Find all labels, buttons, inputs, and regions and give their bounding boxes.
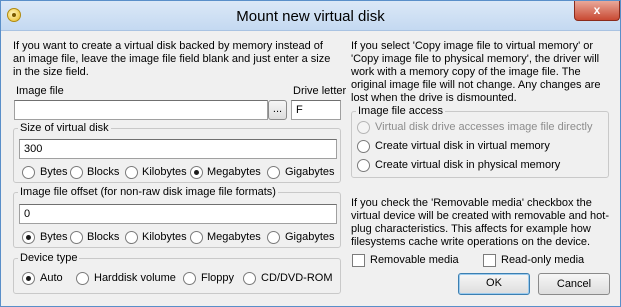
- size-input[interactable]: 300: [19, 139, 337, 159]
- offset-unit-kilobytes-label: Kilobytes: [142, 231, 187, 243]
- device-floppy-label: Floppy: [201, 272, 235, 284]
- offset-group-legend: Image file offset (for non-raw disk imag…: [20, 186, 276, 198]
- size-unit-kilobytes-label: Kilobytes: [142, 166, 187, 178]
- copy-info-text: If you select 'Copy image file to virtua…: [351, 40, 601, 104]
- access-physical-memory-label: Create virtual disk in physical memory: [375, 159, 561, 171]
- device-cdrom-radio[interactable]: [243, 272, 256, 285]
- size-unit-gigabytes-label: Gigabytes: [285, 166, 335, 178]
- size-unit-megabytes-label: Megabytes: [207, 166, 261, 178]
- size-unit-kilobytes-radio[interactable]: [125, 166, 138, 179]
- drive-letter-label: Drive letter: [293, 85, 347, 97]
- removable-media-checkbox[interactable]: [352, 254, 365, 267]
- close-button[interactable]: x: [574, 1, 620, 21]
- access-direct-radio[interactable]: [357, 121, 370, 134]
- size-unit-gigabytes-radio[interactable]: [267, 166, 280, 179]
- device-auto-label: Auto: [40, 272, 63, 284]
- window-title: Mount new virtual disk: [236, 8, 385, 25]
- offset-unit-gigabytes-label: Gigabytes: [285, 231, 335, 243]
- size-unit-blocks-label: Blocks: [87, 166, 120, 178]
- size-unit-megabytes-radio[interactable]: [190, 166, 203, 179]
- access-physical-memory-radio[interactable]: [357, 159, 370, 172]
- offset-unit-kilobytes-radio[interactable]: [125, 231, 138, 244]
- readonly-media-checkbox[interactable]: [483, 254, 496, 267]
- device-type-group-legend: Device type: [20, 252, 78, 264]
- readonly-media-label: Read-only media: [501, 254, 585, 266]
- size-unit-bytes-radio[interactable]: [22, 166, 35, 179]
- size-group-legend: Size of virtual disk: [20, 122, 109, 134]
- device-auto-radio[interactable]: [22, 272, 35, 285]
- ok-button[interactable]: OK: [458, 273, 530, 295]
- access-virtual-memory-radio[interactable]: [357, 140, 370, 153]
- device-harddisk-label: Harddisk volume: [94, 272, 176, 284]
- size-unit-bytes-label: Bytes: [40, 166, 68, 178]
- offset-unit-gigabytes-radio[interactable]: [267, 231, 280, 244]
- device-harddisk-radio[interactable]: [76, 272, 89, 285]
- offset-unit-megabytes-label: Megabytes: [207, 231, 261, 243]
- image-file-input[interactable]: [14, 100, 268, 120]
- drive-letter-input[interactable]: F: [291, 100, 341, 120]
- intro-text: If you want to create a virtual disk bac…: [13, 40, 331, 78]
- device-cdrom-label: CD/DVD-ROM: [261, 272, 333, 284]
- offset-unit-bytes-radio[interactable]: [22, 231, 35, 244]
- size-unit-blocks-radio[interactable]: [70, 166, 83, 179]
- device-floppy-radio[interactable]: [183, 272, 196, 285]
- offset-unit-blocks-label: Blocks: [87, 231, 120, 243]
- offset-unit-megabytes-radio[interactable]: [190, 231, 203, 244]
- access-direct-label: Virtual disk drive accesses image file d…: [375, 121, 593, 133]
- cancel-button[interactable]: Cancel: [538, 273, 610, 295]
- offset-unit-bytes-label: Bytes: [40, 231, 68, 243]
- offset-input[interactable]: 0: [19, 204, 337, 224]
- mount-dialog-window: Mount new virtual disk x If you want to …: [0, 0, 621, 307]
- offset-unit-blocks-radio[interactable]: [70, 231, 83, 244]
- removable-media-label: Removable media: [370, 254, 459, 266]
- removable-info-text: If you check the 'Removable media' check…: [351, 197, 610, 248]
- image-file-label: Image file: [16, 85, 64, 97]
- title-bar[interactable]: Mount new virtual disk x: [1, 1, 620, 31]
- image-access-group-legend: Image file access: [358, 105, 443, 117]
- browse-button[interactable]: ...: [268, 100, 287, 120]
- close-icon: x: [593, 3, 601, 17]
- access-virtual-memory-label: Create virtual disk in virtual memory: [375, 140, 550, 152]
